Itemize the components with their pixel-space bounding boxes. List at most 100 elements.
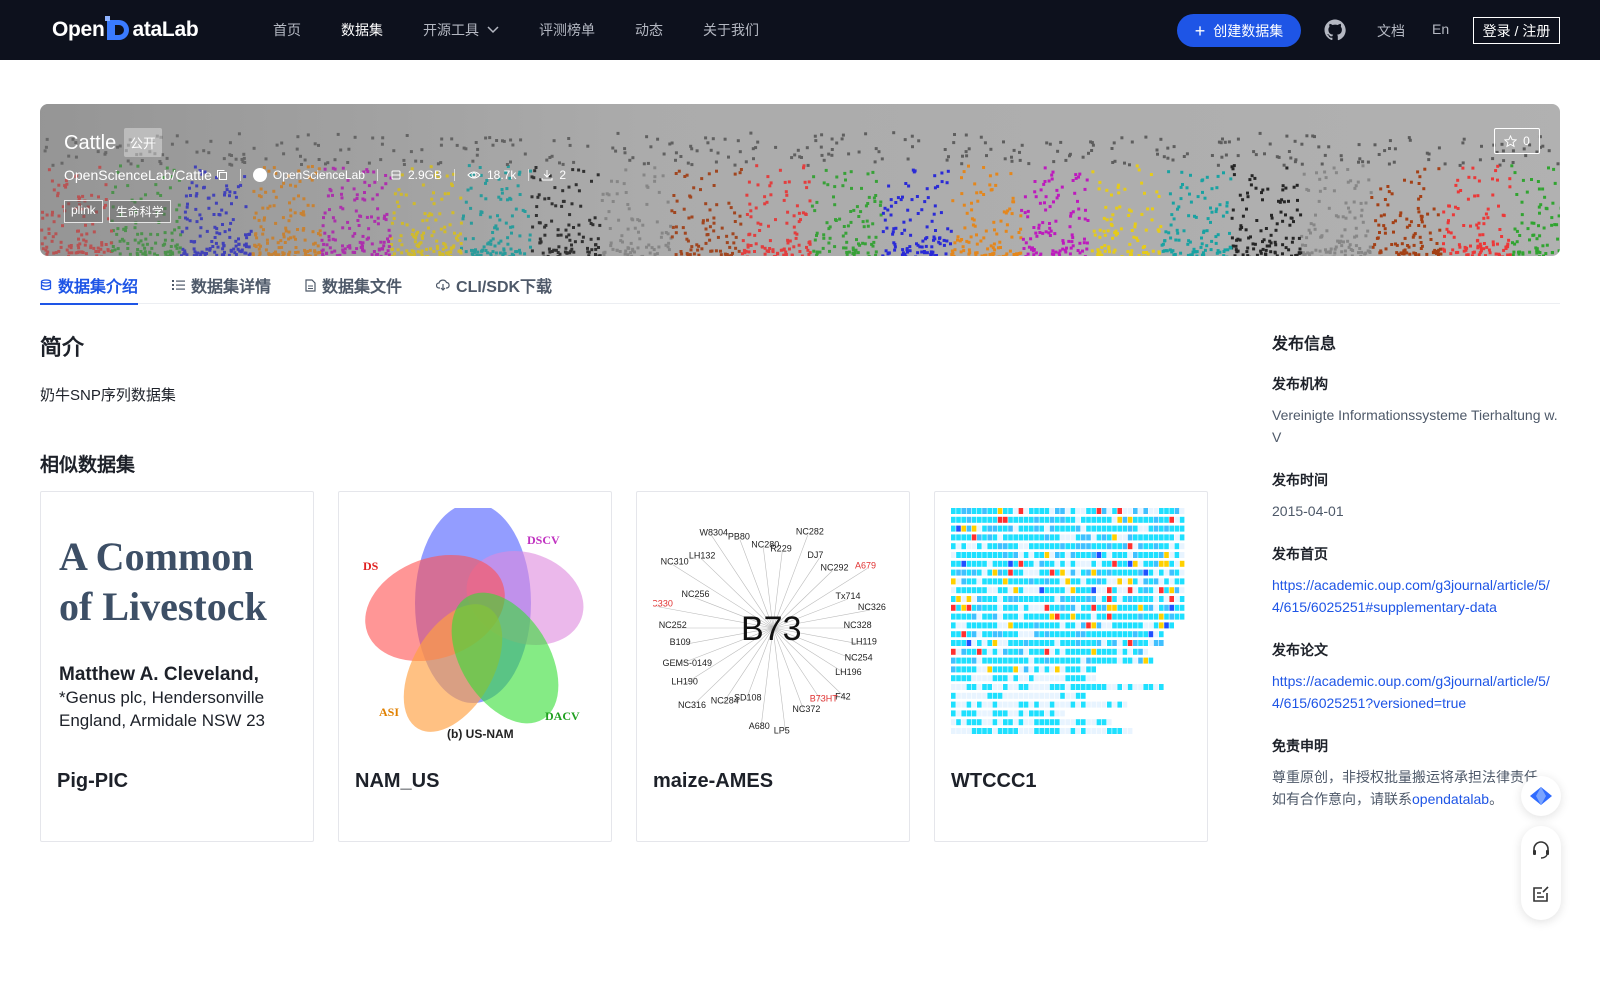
heatmap-cell bbox=[1117, 560, 1122, 567]
dataset-meta: OpenScienceLab/Cattle OpenScienceLab 2.9… bbox=[64, 167, 566, 183]
assistant-button[interactable] bbox=[1521, 776, 1561, 816]
tab-intro[interactable]: 数据集介绍 bbox=[40, 266, 139, 305]
heatmap-cell bbox=[1174, 534, 1180, 541]
heatmap-cell bbox=[1127, 578, 1133, 585]
heatmap-cell bbox=[1133, 578, 1138, 585]
tab-files[interactable]: 数据集文件 bbox=[305, 266, 402, 304]
heatmap-cell bbox=[1086, 613, 1091, 620]
heatmap-cell bbox=[1153, 684, 1159, 690]
heatmap-cell bbox=[1091, 719, 1096, 726]
heatmap-cell bbox=[1029, 657, 1034, 664]
org-link[interactable]: OpenScienceLab bbox=[252, 168, 365, 182]
heatmap-cell bbox=[1143, 560, 1148, 567]
tag-plink[interactable]: plink bbox=[64, 200, 103, 223]
heatmap-cell bbox=[1117, 578, 1122, 585]
heatmap-cell bbox=[1091, 508, 1096, 514]
opendatalab-logo[interactable]: Open ataLab bbox=[52, 16, 199, 44]
intro-text: 奶牛SNP序列数据集 bbox=[40, 387, 176, 404]
login-register-button[interactable]: 登录 / 注册 bbox=[1473, 17, 1560, 44]
dataset-card-maize-ames[interactable]: NC328 LH119 NC254 LH196 F42 B73HT NC372 LP5 A680… bbox=[636, 491, 910, 842]
heatmap-cell bbox=[1096, 622, 1102, 629]
heatmap-cell bbox=[1159, 534, 1164, 541]
heatmap-cell bbox=[1039, 587, 1044, 594]
heatmap-cell bbox=[951, 675, 956, 682]
heatmap-cell bbox=[971, 719, 977, 726]
network-node-label: B109 bbox=[670, 637, 691, 647]
tab-cli-sdk[interactable]: CLI/SDK下载 bbox=[436, 266, 552, 304]
heatmap-cell bbox=[1133, 534, 1138, 541]
heatmap-cell bbox=[1023, 587, 1029, 594]
heatmap-cell bbox=[1013, 657, 1018, 664]
dataset-card-pig-pic[interactable]: A Common of Livestock Matthew A. Clevela… bbox=[40, 491, 314, 842]
heatmap-cell bbox=[1034, 640, 1039, 646]
language-switch[interactable]: En bbox=[1432, 21, 1449, 37]
nav-item-datasets[interactable]: 数据集 bbox=[341, 20, 383, 40]
contact-link[interactable]: opendatalab bbox=[1412, 791, 1489, 807]
heatmap-cell bbox=[1091, 596, 1096, 602]
heatmap-cell bbox=[1159, 569, 1164, 576]
homepage-link[interactable]: https://academic.oup.com/g3journal/artic… bbox=[1272, 574, 1558, 618]
tab-details[interactable]: 数据集详情 bbox=[172, 266, 271, 304]
heatmap-cell bbox=[1060, 587, 1065, 594]
github-icon[interactable] bbox=[1323, 18, 1347, 42]
heatmap-cell bbox=[1034, 675, 1039, 682]
views-stat: 18.7k bbox=[467, 168, 516, 182]
network-node-label: PB80 bbox=[728, 532, 750, 542]
nav-item-about[interactable]: 关于我们 bbox=[703, 20, 759, 40]
create-dataset-button[interactable]: + 创建数据集 bbox=[1177, 14, 1301, 47]
heatmap-cell bbox=[1164, 560, 1169, 567]
feedback-icon[interactable] bbox=[1531, 884, 1551, 904]
heatmap-cell bbox=[966, 552, 972, 558]
heatmap-cell bbox=[956, 569, 961, 576]
heatmap-cell bbox=[971, 631, 977, 638]
nav-item-news[interactable]: 动态 bbox=[635, 20, 663, 40]
logo-text-open: Open bbox=[52, 18, 105, 41]
heatmap-cell bbox=[1143, 604, 1148, 611]
heatmap-cell bbox=[1112, 622, 1117, 629]
heatmap-cell bbox=[1174, 508, 1180, 514]
heatmap-cell bbox=[1107, 604, 1112, 611]
nav-item-opensource-tools[interactable]: 开源工具 bbox=[423, 20, 499, 40]
heatmap-cell bbox=[1003, 675, 1008, 682]
headset-icon[interactable] bbox=[1531, 840, 1551, 860]
heatmap-cell bbox=[961, 622, 966, 629]
tag-life-science[interactable]: 生命科学 bbox=[108, 200, 171, 223]
heatmap-cell bbox=[956, 622, 961, 629]
heatmap-cell bbox=[997, 622, 1003, 629]
heatmap-cell bbox=[1060, 613, 1065, 620]
heatmap-cell bbox=[1070, 516, 1076, 523]
heatmap-cell bbox=[1107, 648, 1112, 655]
heatmap-cell bbox=[1060, 508, 1065, 514]
heatmap-cell bbox=[1008, 640, 1013, 646]
heatmap-cell bbox=[992, 596, 998, 602]
dataset-card-nam-us[interactable]: DS DSCV ASI DACV (b) US-NAM NAM_US bbox=[338, 491, 612, 842]
heatmap-cell bbox=[1127, 543, 1133, 550]
heatmap-cell bbox=[997, 684, 1003, 690]
heatmap-cell bbox=[1003, 684, 1008, 690]
nav-item-home[interactable]: 首页 bbox=[273, 20, 301, 40]
heatmap-cell bbox=[1174, 578, 1180, 585]
dataset-card-wtccc1[interactable]: WTCCC1 bbox=[934, 491, 1208, 842]
paper-link[interactable]: https://academic.oup.com/g3journal/artic… bbox=[1272, 670, 1558, 714]
heatmap-cell bbox=[1153, 525, 1159, 532]
heatmap-cell bbox=[977, 657, 982, 664]
star-button[interactable]: 0 bbox=[1494, 128, 1540, 154]
heatmap-cell bbox=[961, 710, 966, 717]
heatmap-cell bbox=[987, 684, 992, 690]
copy-icon[interactable] bbox=[216, 169, 228, 181]
docs-link[interactable]: 文档 bbox=[1377, 21, 1405, 41]
heatmap-cell bbox=[977, 692, 982, 699]
heatmap-cell bbox=[997, 640, 1003, 646]
heatmap-cell bbox=[1008, 552, 1013, 558]
visibility-badge: 公开 bbox=[124, 128, 163, 157]
heatmap-cell bbox=[987, 525, 992, 532]
heatmap-cell bbox=[1075, 543, 1081, 550]
heatmap-cell bbox=[992, 525, 998, 532]
heatmap-cell bbox=[997, 728, 1003, 734]
publisher-label: 发布机构 bbox=[1272, 376, 1328, 392]
heatmap-cell bbox=[1049, 640, 1055, 646]
heatmap-cell bbox=[1081, 640, 1086, 646]
heatmap-cell bbox=[1179, 578, 1185, 585]
heatmap-cell bbox=[1127, 516, 1133, 523]
nav-item-leaderboard[interactable]: 评测榜单 bbox=[539, 20, 595, 40]
